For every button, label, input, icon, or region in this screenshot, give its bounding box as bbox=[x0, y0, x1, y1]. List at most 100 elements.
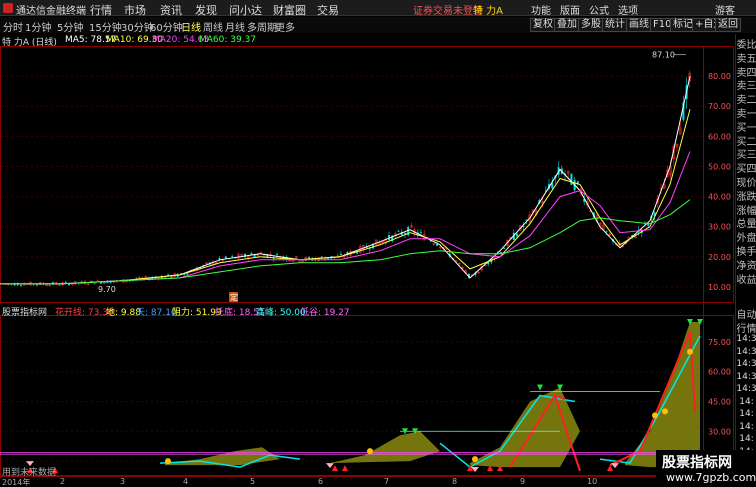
signal-down-triangle bbox=[537, 384, 543, 391]
candle-body bbox=[64, 282, 67, 283]
ma-lines bbox=[0, 75, 691, 285]
indicator-item-6: 低谷: 19.27 bbox=[300, 308, 350, 318]
menu-market[interactable]: 市场 bbox=[124, 2, 146, 18]
price-tick-label: 10.00 bbox=[708, 283, 731, 292]
period-5min[interactable]: 5分钟 bbox=[57, 19, 83, 34]
menu-wealth[interactable]: 财富圈 bbox=[273, 2, 306, 18]
side-label-8: 买三 bbox=[736, 150, 756, 162]
candlestick-chart[interactable]: 87.10 9.70 定 80.00 70.00 60.00 50.00 40.00 30.0… bbox=[0, 34, 735, 476]
menu-discover[interactable]: 发现 bbox=[195, 2, 217, 18]
watermark-title: 股票指标网 bbox=[662, 455, 732, 471]
period-tick[interactable]: 分时 bbox=[3, 19, 23, 34]
price-tick-label: 40.00 bbox=[708, 193, 731, 202]
price-panel-frame bbox=[0, 46, 734, 303]
side-label-1: 卖五 bbox=[736, 53, 756, 65]
side-label-7: 买二 bbox=[736, 136, 756, 148]
tick-time: 14: bbox=[739, 421, 754, 432]
stock-name: 特 力A bbox=[473, 6, 504, 17]
side-label-11: 涨跌 bbox=[736, 191, 756, 203]
signal-dot bbox=[662, 408, 668, 415]
time-axis-label: 9 bbox=[520, 477, 526, 486]
signal-dot bbox=[652, 412, 658, 419]
indicator-tick-label: 60.00 bbox=[708, 368, 731, 377]
indicator-tick-label: 75.00 bbox=[708, 338, 731, 347]
time-axis-label: 6 bbox=[318, 477, 324, 486]
indicator-panel-frame bbox=[0, 315, 734, 476]
candle-body bbox=[224, 256, 227, 259]
side-label-17: 收益 bbox=[736, 274, 756, 286]
candle-body bbox=[308, 256, 310, 259]
side-tab-1[interactable]: 行情 bbox=[736, 320, 756, 335]
period-15min[interactable]: 15分钟 bbox=[89, 19, 122, 34]
indicator-axis-labels: 75.0060.0045.0030.0015.00 bbox=[708, 338, 731, 466]
menu-function[interactable]: 功能 bbox=[531, 2, 551, 17]
period-1min[interactable]: 1分钟 bbox=[25, 19, 51, 34]
price-tick-label: 20.00 bbox=[708, 253, 731, 262]
signal-diamond bbox=[611, 463, 619, 469]
candle-body bbox=[36, 284, 38, 286]
indicator-tick-label: 45.00 bbox=[708, 397, 731, 406]
back-button[interactable]: 返回 bbox=[715, 18, 741, 32]
menu-options[interactable]: 选项 bbox=[618, 2, 638, 17]
menu-formula[interactable]: 公式 bbox=[589, 2, 609, 17]
indicator-legend: 股票指标网 花开线: 73.30 地: 9.88 天: 87.10 阻力: 51… bbox=[0, 304, 736, 318]
indicator-name[interactable]: 股票指标网 bbox=[2, 305, 47, 318]
period-30min[interactable]: 30分钟 bbox=[121, 19, 154, 34]
side-label-5: 卖一 bbox=[736, 109, 756, 120]
multi-stock-button[interactable]: 多股 bbox=[578, 18, 604, 32]
candle-body bbox=[320, 256, 323, 258]
signal-dot bbox=[367, 448, 373, 455]
tick-time: 14:3 bbox=[736, 384, 756, 394]
ma-line-ma5 bbox=[0, 75, 691, 285]
indicator-item-0: 花开线: 73.30 bbox=[55, 308, 114, 318]
side-label-6: 买一 bbox=[736, 122, 756, 134]
overlay-button[interactable]: 叠加 bbox=[554, 18, 580, 32]
side-label-13: 总量 bbox=[736, 219, 756, 231]
stats-button[interactable]: 统计 bbox=[602, 18, 628, 32]
indicator-item-5: 高峰: 50.00 bbox=[256, 308, 306, 318]
candle-body bbox=[605, 230, 608, 232]
price-tick-label: 60.00 bbox=[708, 132, 731, 141]
candle-body bbox=[420, 231, 422, 233]
period-more[interactable]: 更多 bbox=[275, 19, 295, 34]
period-daily[interactable]: 日线 bbox=[181, 19, 201, 34]
ma-line-ma60 bbox=[0, 199, 691, 285]
side-tab-0[interactable]: 自动 bbox=[736, 306, 756, 321]
side-label-16: 净资 bbox=[736, 260, 756, 272]
time-axis-label: 5 bbox=[250, 477, 256, 486]
candle-body bbox=[20, 285, 22, 286]
tick-time: 14: bbox=[739, 409, 754, 419]
candle-body bbox=[93, 283, 96, 285]
indicator-fill-1 bbox=[330, 431, 440, 464]
signal-diamond bbox=[326, 463, 334, 469]
period-weekly[interactable]: 周线 bbox=[203, 19, 223, 34]
menu-quotes[interactable]: 行情 bbox=[90, 2, 112, 18]
signal-dot bbox=[687, 348, 693, 355]
indicator-fills bbox=[0, 322, 703, 472]
menu-ask[interactable]: 问小达 bbox=[229, 2, 262, 18]
menu-layout[interactable]: 版面 bbox=[560, 2, 580, 17]
menu-news[interactable]: 资讯 bbox=[160, 2, 182, 18]
title-bar: 通达信金融终端 行情 市场 资讯 发现 问小达 财富圈 交易 证券交易未登录 特… bbox=[0, 0, 756, 18]
draw-line-button[interactable]: 画线 bbox=[626, 18, 652, 32]
tick-time: 14:3 bbox=[736, 359, 756, 369]
time-axis-label: 10 bbox=[587, 477, 598, 486]
side-label-15: 换手 bbox=[736, 247, 756, 258]
side-label-14: 外盘 bbox=[736, 233, 756, 245]
candle-body bbox=[253, 255, 256, 257]
period-multi[interactable]: 多周期 bbox=[247, 19, 277, 34]
menu-trade[interactable]: 交易 bbox=[317, 2, 339, 18]
quote-side-panel: 委比 卖五 卖四 卖三 卖二 卖一 买一 买二 买三 买四 现价 涨跌 涨幅 总量 外盘 换手 净资 收益 自动 行情… bbox=[735, 34, 756, 476]
watermark: 股票指标网 www.7gpzb.com bbox=[656, 450, 756, 487]
period-60min[interactable]: 60分钟 bbox=[150, 19, 183, 34]
signal-up-triangle bbox=[342, 465, 348, 472]
signal-up-triangle bbox=[607, 465, 613, 472]
period-monthly[interactable]: 月线 bbox=[225, 19, 245, 34]
price-tick-label: 80.00 bbox=[708, 72, 731, 81]
user-guest[interactable]: 游客 bbox=[715, 2, 735, 17]
adjust-button[interactable]: 复权 bbox=[530, 18, 556, 32]
side-label-9: 买四 bbox=[736, 164, 756, 176]
tick-time: 14:3 bbox=[736, 334, 756, 344]
price-tick-label: 70.00 bbox=[708, 102, 731, 111]
candle-body bbox=[250, 253, 253, 255]
